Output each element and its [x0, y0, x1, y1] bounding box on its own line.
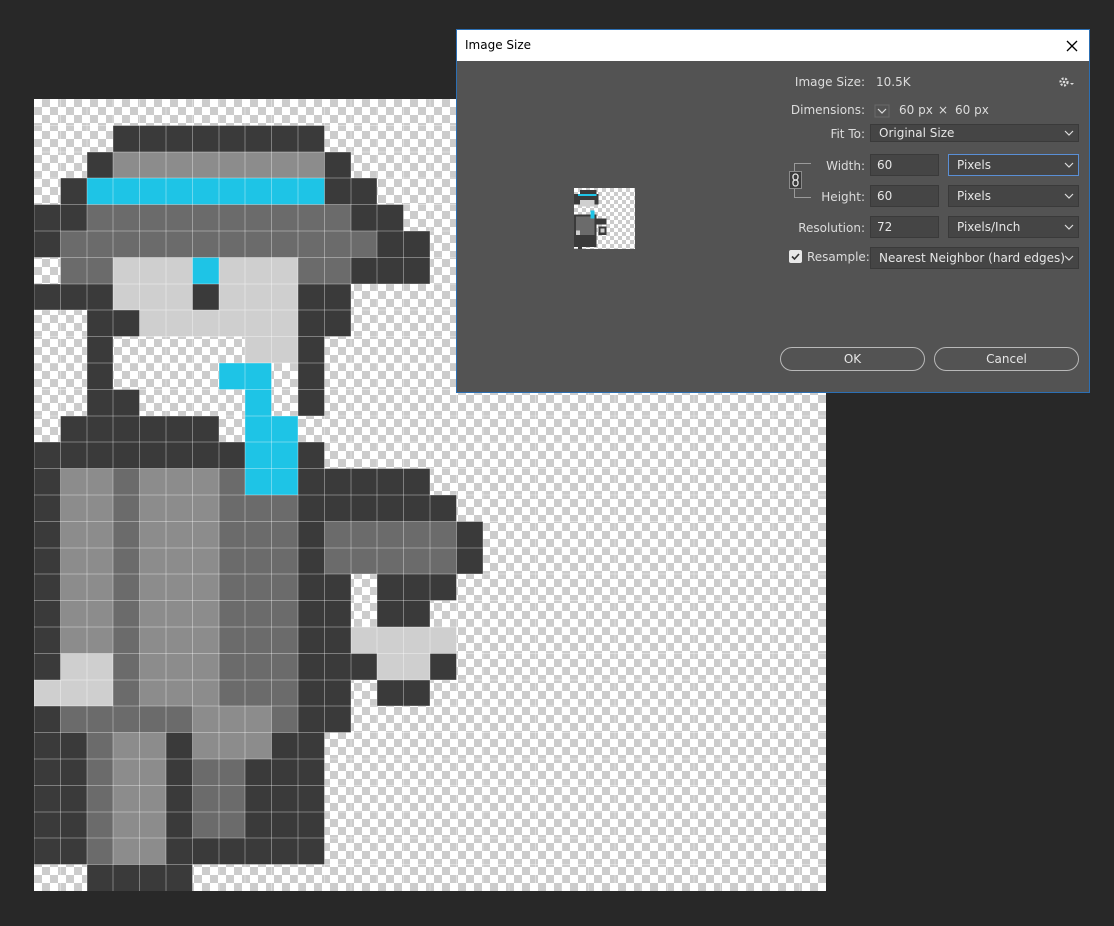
ok-button[interactable]: OK [780, 347, 925, 371]
image-preview[interactable] [574, 188, 635, 249]
dialog-titlebar[interactable]: Image Size [457, 30, 1089, 61]
close-button[interactable] [1055, 30, 1089, 61]
cancel-button[interactable]: Cancel [934, 347, 1079, 371]
fit-to-value: Original Size [879, 126, 955, 140]
resolution-unit-value: Pixels/Inch [957, 220, 1021, 234]
chevron-down-icon [1064, 224, 1074, 230]
dimensions-label: Dimensions: [790, 103, 865, 117]
resolution-label: Resolution: [798, 221, 865, 235]
close-icon [1066, 40, 1078, 51]
dimensions-width: 60 px [899, 103, 933, 117]
image-size-label: Image Size: [794, 75, 865, 89]
resample-value: Nearest Neighbor (hard edges) [879, 251, 1065, 265]
chevron-down-icon [1064, 193, 1074, 199]
chevron-down-icon [874, 104, 890, 118]
dimensions-height: 60 px [955, 103, 989, 117]
height-input[interactable]: 60 [870, 185, 939, 207]
chain-link-icon [792, 173, 799, 187]
chevron-down-icon [1064, 130, 1074, 136]
resample-select[interactable]: Nearest Neighbor (hard edges) [870, 247, 1079, 269]
height-unit-select[interactable]: Pixels [948, 185, 1079, 207]
preview-sprite [574, 190, 607, 249]
resample-label: Resample: [807, 250, 870, 264]
fit-to-label: Fit To: [830, 127, 865, 141]
gear-icon [1059, 77, 1074, 87]
checkmark-icon [791, 253, 800, 261]
width-label: Width: [826, 159, 865, 173]
width-unit-select[interactable]: Pixels [948, 154, 1079, 176]
image-size-dialog: Image Size Image Size: 10.5K Dimensions:… [456, 29, 1090, 393]
fit-to-select[interactable]: Original Size [870, 124, 1079, 142]
resolution-unit-select[interactable]: Pixels/Inch [948, 216, 1079, 238]
settings-button[interactable] [1057, 74, 1077, 90]
height-label: Height: [821, 190, 865, 204]
image-size-value: 10.5K [876, 75, 911, 89]
resample-checkbox[interactable] [789, 250, 802, 263]
dialog-title: Image Size [465, 38, 532, 52]
chevron-down-icon [1064, 255, 1074, 261]
dimensions-separator: × [938, 103, 949, 117]
height-unit-value: Pixels [957, 189, 992, 203]
width-input[interactable]: 60 [870, 154, 939, 176]
constrain-link-button[interactable] [789, 171, 802, 189]
resolution-input[interactable]: 72 [870, 216, 939, 238]
width-unit-value: Pixels [957, 158, 992, 172]
dimensions-toggle[interactable] [874, 103, 890, 118]
chevron-down-icon [1064, 162, 1074, 168]
